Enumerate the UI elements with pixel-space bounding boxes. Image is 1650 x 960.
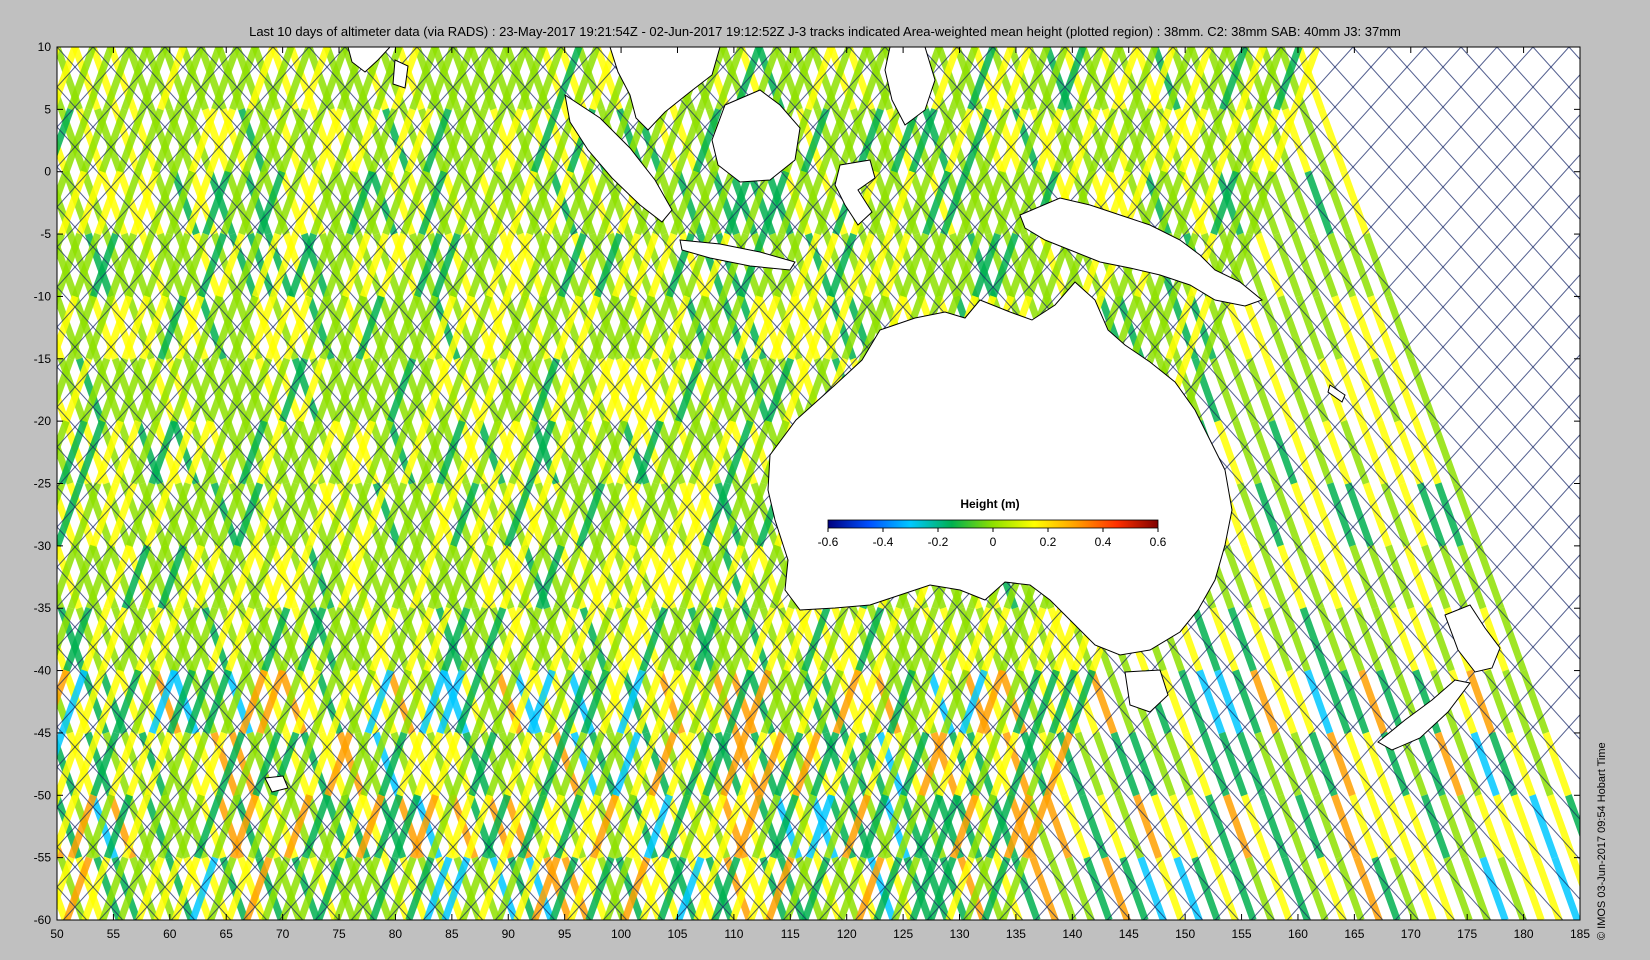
x-tick-label: 135 bbox=[1006, 927, 1026, 941]
swath-segment bbox=[31, 858, 53, 920]
swath-segment bbox=[20, 795, 42, 857]
y-tick-label: -20 bbox=[34, 414, 52, 428]
swath-segment bbox=[16, 484, 38, 546]
swath-segment bbox=[57, 545, 61, 558]
j3-track-line bbox=[0, 47, 21, 920]
x-tick-label: 150 bbox=[1175, 927, 1195, 941]
colorbar-tick-label: -0.4 bbox=[873, 535, 894, 549]
y-tick-label: 10 bbox=[38, 40, 52, 54]
x-tick-label: 160 bbox=[1288, 927, 1308, 941]
y-tick-label: -55 bbox=[34, 851, 52, 865]
x-tick-label: 75 bbox=[332, 927, 346, 941]
colorbar-title: Height (m) bbox=[960, 497, 1019, 511]
swath-segment bbox=[30, 172, 52, 234]
swath-segment bbox=[17, 296, 39, 358]
y-tick-label: -25 bbox=[34, 477, 52, 491]
colorbar-tick-label: 0.4 bbox=[1095, 535, 1112, 549]
x-tick-label: 170 bbox=[1401, 927, 1421, 941]
swath-segment bbox=[26, 172, 48, 234]
swath-segment bbox=[21, 234, 43, 296]
swath-segment bbox=[25, 858, 47, 920]
y-tick-label: -30 bbox=[34, 539, 52, 553]
swath-segment bbox=[21, 546, 43, 608]
swath-segment bbox=[30, 359, 52, 421]
colorbar-tick-label: 0.2 bbox=[1040, 535, 1057, 549]
x-tick-label: 125 bbox=[893, 927, 913, 941]
x-tick-label: 145 bbox=[1119, 927, 1139, 941]
y-tick-label: -60 bbox=[34, 913, 52, 927]
x-tick-label: 180 bbox=[1514, 927, 1534, 941]
j3-track-line bbox=[0, 47, 15, 920]
colorbar-tick-label: 0.6 bbox=[1150, 535, 1167, 549]
x-tick-label: 155 bbox=[1232, 927, 1252, 941]
x-tick-label: 140 bbox=[1062, 927, 1082, 941]
x-tick-label: 175 bbox=[1457, 927, 1477, 941]
x-tick-label: 110 bbox=[724, 927, 743, 941]
x-tick-label: 185 bbox=[1570, 927, 1590, 941]
colorbar-tick-label: 0 bbox=[990, 535, 997, 549]
swath-segment bbox=[22, 733, 44, 795]
swath-segment bbox=[57, 296, 61, 308]
swath-segment bbox=[57, 536, 60, 546]
swath-segment bbox=[25, 109, 47, 171]
swath-segment bbox=[21, 296, 43, 358]
swath-segment bbox=[21, 484, 43, 546]
y-tick-label: -5 bbox=[40, 227, 51, 241]
x-tick-label: 105 bbox=[667, 927, 687, 941]
y-tick-label: 5 bbox=[44, 102, 51, 116]
x-tick-label: 95 bbox=[558, 927, 572, 941]
x-tick-label: 70 bbox=[276, 927, 290, 941]
j3-track-line bbox=[1641, 47, 1650, 920]
x-tick-label: 130 bbox=[950, 927, 970, 941]
swath-segment bbox=[31, 608, 53, 670]
swath-segment bbox=[30, 421, 52, 483]
x-tick-label: 85 bbox=[445, 927, 459, 941]
swath-segment bbox=[17, 47, 39, 109]
swath-segment bbox=[21, 47, 43, 109]
altimeter-map: 50 55 60 65 70 75 80 85 90 95 100 105 110 115 120 125 13… bbox=[0, 40, 1650, 941]
swath-segment bbox=[57, 47, 61, 58]
colorbar-tick-label: -0.2 bbox=[928, 535, 949, 549]
swath-segment bbox=[26, 421, 48, 483]
x-tick-label: 65 bbox=[220, 927, 234, 941]
swath-segment bbox=[30, 109, 52, 171]
y-tick-label: -35 bbox=[34, 601, 52, 615]
y-tick-label: -50 bbox=[34, 788, 52, 802]
swath-segment bbox=[29, 671, 51, 733]
swath-segment bbox=[16, 234, 38, 296]
j3-track-line bbox=[1605, 47, 1650, 920]
swath-segment bbox=[17, 546, 39, 608]
swath-segment bbox=[16, 733, 38, 795]
x-tick-label: 55 bbox=[107, 927, 121, 941]
swath-segment bbox=[25, 608, 47, 670]
x-tick-label: 115 bbox=[781, 927, 800, 941]
colorbar-tick-label: -0.6 bbox=[818, 535, 839, 549]
swath-segment bbox=[25, 359, 47, 421]
y-tick-label: -45 bbox=[34, 726, 52, 740]
y-tick-label: -10 bbox=[34, 289, 52, 303]
x-tick-label: 165 bbox=[1344, 927, 1364, 941]
swath-segment bbox=[57, 286, 61, 297]
x-tick-label: 60 bbox=[163, 927, 177, 941]
swath-segment bbox=[26, 671, 48, 733]
j3-track-line bbox=[1568, 47, 1580, 60]
credit-text: © IMOS 03-Jun-2017 09:54 Hobart Time bbox=[1596, 742, 1608, 940]
y-tick-label: -40 bbox=[34, 664, 52, 678]
y-tick-label: -15 bbox=[34, 352, 52, 366]
x-tick-label: 120 bbox=[837, 927, 857, 941]
x-tick-label: 80 bbox=[389, 927, 403, 941]
x-tick-label: 90 bbox=[502, 927, 516, 941]
swath-segment bbox=[57, 795, 61, 808]
y-tick-label: 0 bbox=[44, 165, 51, 179]
x-tick-label: 50 bbox=[50, 927, 64, 941]
swath-segment bbox=[57, 786, 60, 796]
colorbar-bar bbox=[827, 519, 1159, 529]
x-tick-label: 100 bbox=[611, 927, 631, 941]
swath-segment bbox=[17, 795, 39, 857]
